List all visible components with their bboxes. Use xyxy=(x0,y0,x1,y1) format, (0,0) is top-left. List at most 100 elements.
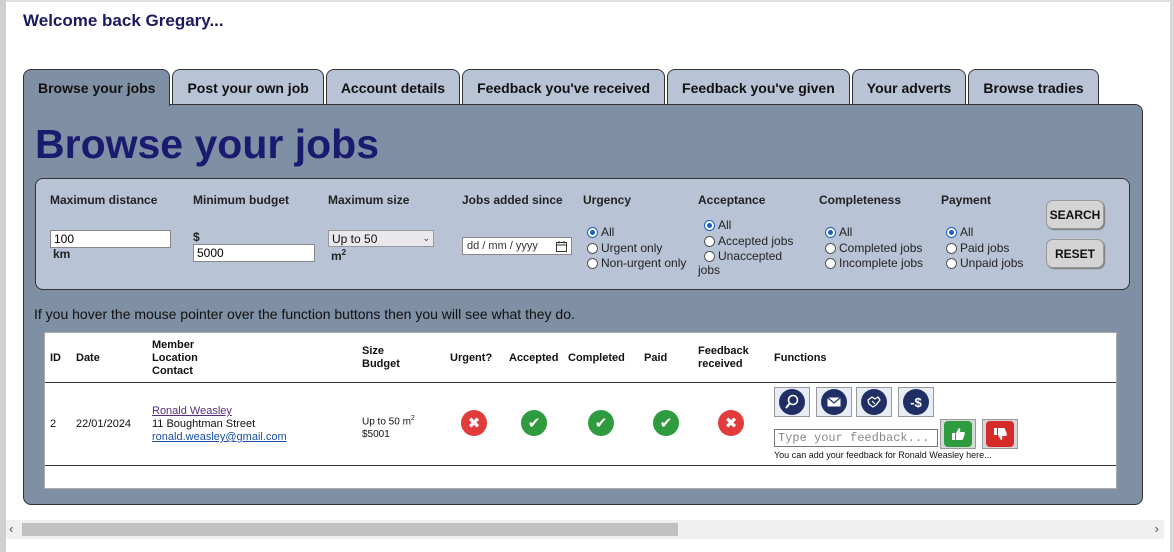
radio-icon xyxy=(587,242,598,254)
positive-feedback-button[interactable] xyxy=(940,419,976,449)
acceptance-option-label: Accepted jobs xyxy=(718,234,794,248)
payment-option-unpaid[interactable]: Unpaid jobs xyxy=(946,256,1023,270)
acceptance-option-all[interactable]: All xyxy=(704,218,731,232)
feedback-note: You can add your feedback for Ronald Wea… xyxy=(774,450,992,460)
search-button[interactable]: SEARCH xyxy=(1046,200,1104,229)
tab-browse-tradies[interactable]: Browse tradies xyxy=(968,69,1099,105)
col-header-size: Size Budget xyxy=(362,345,400,371)
col-header-size-line: Size xyxy=(362,345,385,357)
col-header-member-line: Member xyxy=(152,339,195,351)
thumbs-up-icon xyxy=(944,421,972,447)
col-header-urgent: Urgent? xyxy=(450,352,493,364)
col-header-accepted: Accepted xyxy=(509,352,559,364)
col-header-date: Date xyxy=(76,352,100,364)
payment-option-all[interactable]: All xyxy=(946,225,973,239)
col-header-completed: Completed xyxy=(568,352,625,364)
tab-account-details[interactable]: Account details xyxy=(325,69,461,105)
acceptance-option-accepted[interactable]: Accepted jobs xyxy=(704,234,793,248)
tab-bar: Browse your jobs Post your own job Accou… xyxy=(23,69,1101,106)
max-size-label: Maximum size xyxy=(328,193,410,207)
mark-unpaid-button[interactable]: -$ xyxy=(898,387,934,417)
row-size-text: Up to 50 m xyxy=(362,416,411,428)
payment-label: Payment xyxy=(941,193,992,207)
row-size-sup: 2 xyxy=(410,415,415,422)
scrollbar-thumb[interactable] xyxy=(22,523,678,536)
acceptance-option-label: All xyxy=(718,218,732,232)
max-distance-input[interactable]: 100 xyxy=(50,230,171,248)
horizontal-scrollbar[interactable]: ‹ › xyxy=(6,520,1164,539)
urgency-option-all[interactable]: All xyxy=(587,225,614,239)
completeness-option-completed[interactable]: Completed jobs xyxy=(825,241,922,255)
jobs-added-since-input[interactable]: dd / mm / yyyy xyxy=(462,237,572,255)
min-budget-input[interactable]: 5000 xyxy=(193,244,315,262)
radio-icon xyxy=(704,250,715,262)
jobs-added-since-label: Jobs added since xyxy=(462,193,563,207)
urgent-no-icon: ✖ xyxy=(461,410,487,436)
urgency-option-non-urgent[interactable]: Non-urgent only xyxy=(587,256,686,270)
completeness-label: Completeness xyxy=(819,193,902,207)
row-size: Up to 50 m2 xyxy=(362,412,415,428)
paid-yes-icon: ✔ xyxy=(653,410,679,436)
radio-icon xyxy=(946,257,957,269)
accept-job-button[interactable] xyxy=(856,387,892,417)
row-budget: $5001 xyxy=(362,429,390,441)
page-title: Browse your jobs xyxy=(35,121,380,167)
tab-post-your-own-job[interactable]: Post your own job xyxy=(172,69,324,105)
filter-box: Maximum distance 100 km Minimum budget $… xyxy=(35,178,1130,290)
date-placeholder: dd / mm / yyyy xyxy=(467,240,538,252)
min-budget-currency: $ xyxy=(193,230,200,244)
member-location: 11 Boughtman Street xyxy=(152,418,256,430)
col-header-paid: Paid xyxy=(644,352,668,364)
email-member-button[interactable] xyxy=(816,387,852,417)
completeness-option-all[interactable]: All xyxy=(825,225,852,239)
tab-feedback-given[interactable]: Feedback you've given xyxy=(667,69,850,105)
col-header-id: ID xyxy=(50,352,61,364)
col-header-feedback: Feedback received xyxy=(698,345,749,371)
scroll-left-icon[interactable]: ‹ xyxy=(9,521,13,536)
reset-button[interactable]: RESET xyxy=(1046,239,1104,268)
radio-selected-icon xyxy=(946,226,957,238)
tab-feedback-received[interactable]: Feedback you've received xyxy=(462,69,666,105)
handshake-icon xyxy=(861,389,887,415)
view-job-button[interactable] xyxy=(774,387,810,417)
negative-feedback-button[interactable] xyxy=(982,419,1018,449)
tab-your-adverts[interactable]: Your adverts xyxy=(851,69,967,105)
radio-icon xyxy=(825,242,836,254)
radio-selected-icon xyxy=(704,219,715,231)
col-header-functions: Functions xyxy=(774,352,827,364)
acceptance-label: Acceptance xyxy=(698,193,766,207)
row-id: 2 xyxy=(50,418,57,430)
radio-icon xyxy=(946,242,957,254)
col-header-contact-line: Contact xyxy=(152,365,193,377)
acceptance-option-wrap: jobs xyxy=(698,263,721,277)
thumbs-down-icon xyxy=(986,421,1014,447)
feedback-no-icon: ✖ xyxy=(718,410,744,436)
header-divider xyxy=(45,382,1116,383)
mail-icon xyxy=(821,389,847,415)
feedback-input[interactable]: Type your feedback... xyxy=(774,429,938,447)
welcome-message: Welcome back Gregary... xyxy=(23,11,224,30)
accepted-yes-icon: ✔ xyxy=(521,410,547,436)
completeness-option-label: Incomplete jobs xyxy=(839,256,924,270)
jobs-table: ID Date Member Location Contact Size Bud… xyxy=(44,332,1117,489)
urgency-option-label: Non-urgent only xyxy=(601,256,687,270)
urgency-option-urgent[interactable]: Urgent only xyxy=(587,241,662,255)
completeness-option-incomplete[interactable]: Incomplete jobs xyxy=(825,256,923,270)
remove-payment-icon: -$ xyxy=(903,389,929,415)
member-email-link[interactable]: ronald.weasley@gmail.com xyxy=(152,431,287,444)
acceptance-option-unaccepted[interactable]: Unaccepted xyxy=(704,249,782,263)
row-member: Ronald Weasley 11 Boughtman Street ronal… xyxy=(152,405,287,444)
col-header-feedback-line: Feedback xyxy=(698,345,749,357)
scroll-right-icon[interactable]: › xyxy=(1155,521,1159,536)
member-link[interactable]: Ronald Weasley xyxy=(152,405,287,418)
max-distance-label: Maximum distance xyxy=(50,193,158,207)
col-header-location-line: Location xyxy=(152,352,198,364)
window-right-border xyxy=(1170,0,1174,552)
payment-option-label: Unpaid jobs xyxy=(960,256,1024,270)
col-header-received-line: received xyxy=(698,358,743,370)
col-header-budget-line: Budget xyxy=(362,358,400,370)
max-size-select[interactable]: Up to 50 ⌄ xyxy=(328,230,434,247)
payment-option-paid[interactable]: Paid jobs xyxy=(946,241,1009,255)
search-icon xyxy=(779,389,805,415)
tab-browse-your-jobs[interactable]: Browse your jobs xyxy=(23,69,171,106)
